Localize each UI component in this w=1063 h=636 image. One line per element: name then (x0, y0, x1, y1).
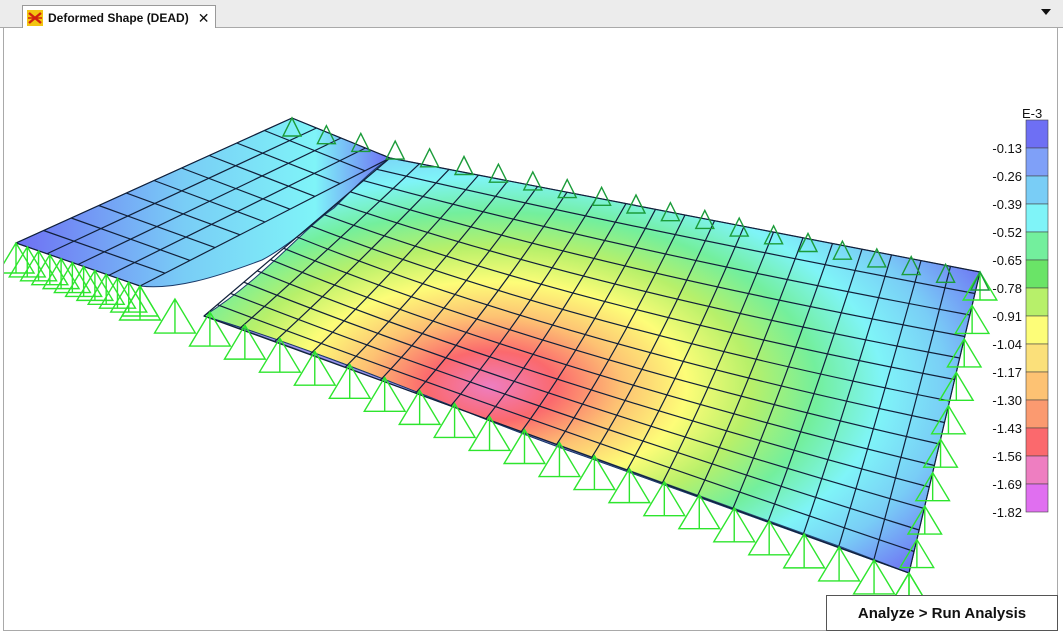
legend-label: -0.39 (992, 197, 1022, 212)
legend-label: -0.13 (992, 141, 1022, 156)
status-message[interactable]: Analyze > Run Analysis (826, 595, 1058, 631)
legend-swatch (1025, 287, 1049, 317)
tab-title: Deformed Shape (DEAD) (48, 10, 189, 25)
legend-label: -1.82 (992, 505, 1022, 520)
legend-label: -1.56 (992, 449, 1022, 464)
legend-swatch (1025, 483, 1049, 513)
displacement-legend: E-3 -0.13 -0.26 -0.39 -0.52 -0.65 -0.78 -0.91 -… (992, 106, 1049, 520)
deformed-shape-plot[interactable]: E-3 -0.13 -0.26 -0.39 -0.52 -0.65 -0.78 -0.91 -… (0, 28, 1059, 631)
legend-label: -1.30 (992, 393, 1022, 408)
legend-swatch (1025, 371, 1049, 401)
legend-swatch (1025, 399, 1049, 429)
legend-swatch (1025, 427, 1049, 457)
legend-swatch (1025, 231, 1049, 261)
legend-label: -0.78 (992, 281, 1022, 296)
legend-swatch (1025, 259, 1049, 289)
legend-label: -0.91 (992, 309, 1022, 324)
legend-exponent: E-3 (1022, 106, 1042, 121)
legend-swatch (1025, 147, 1049, 177)
legend-label: -1.17 (992, 365, 1022, 380)
tab-deformed-shape[interactable]: Deformed Shape (DEAD) ✕ (22, 5, 217, 29)
legend-swatch (1025, 343, 1049, 373)
model-viewport[interactable]: E-3 -0.13 -0.26 -0.39 -0.52 -0.65 -0.78 -0.91 -… (0, 28, 1059, 631)
legend-label: -1.69 (992, 477, 1022, 492)
tab-bar: Deformed Shape (DEAD) ✕ (0, 0, 1063, 29)
close-icon[interactable]: ✕ (198, 11, 210, 25)
legend-swatch (1025, 203, 1049, 233)
legend-swatch (1025, 315, 1049, 345)
legend-swatch (1025, 119, 1049, 149)
chevron-down-icon[interactable] (1041, 9, 1051, 15)
slab-deformed-surface (202, 157, 981, 574)
legend-label: -1.43 (992, 421, 1022, 436)
deformed-shape-icon (27, 9, 43, 26)
legend-label: -0.52 (992, 225, 1022, 240)
legend-label: -1.04 (992, 337, 1022, 352)
legend-swatch (1025, 455, 1049, 485)
legend-label: -0.65 (992, 253, 1022, 268)
status-text: Analyze > Run Analysis (857, 604, 1027, 622)
legend-label: -0.26 (992, 169, 1022, 184)
legend-swatch (1025, 175, 1049, 205)
